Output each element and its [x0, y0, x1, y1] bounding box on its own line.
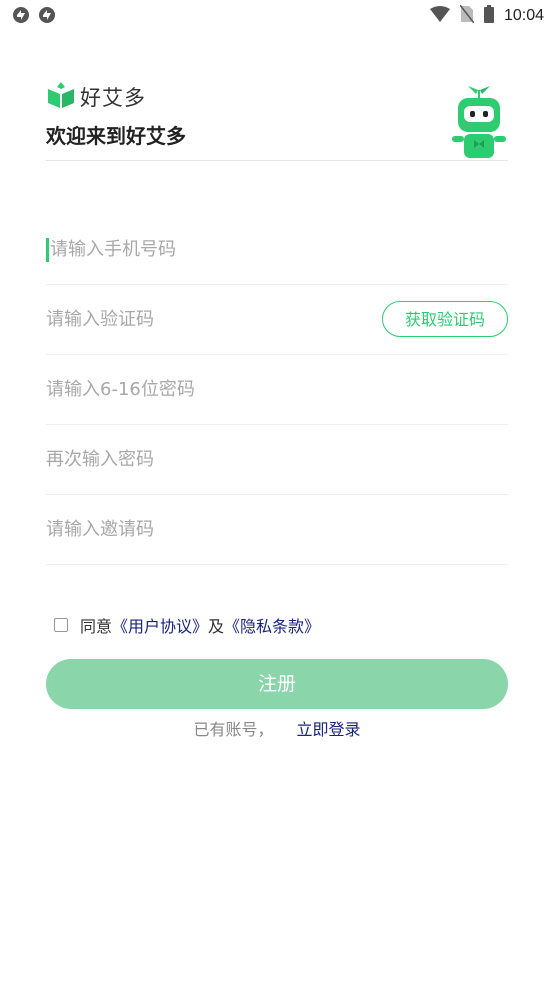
wifi-icon [429, 6, 450, 26]
phone-input[interactable] [50, 214, 370, 284]
password-field-row [46, 354, 508, 425]
status-bar: 10:04 [0, 0, 554, 30]
user-agreement-link[interactable]: 《用户协议》 [112, 613, 208, 637]
clock: 10:04 [503, 7, 544, 24]
book-leaf-icon [46, 80, 76, 114]
login-row: 已有账号， 立即登录 [0, 716, 554, 740]
no-sim-icon [459, 4, 475, 27]
register-button[interactable]: 注册 [46, 659, 508, 709]
and-text: 及 [208, 617, 225, 636]
invite-code-input[interactable] [46, 494, 366, 564]
invite-field-row [46, 494, 508, 565]
mascot-robot-icon [448, 82, 510, 166]
sync-icon [12, 6, 30, 28]
verification-code-input[interactable] [46, 284, 366, 354]
password-input[interactable] [46, 354, 366, 424]
brand-name: 好艾多 [80, 86, 146, 110]
has-account-text: 已有账号， [193, 720, 274, 739]
sync-icon [38, 6, 56, 28]
header-divider [46, 160, 508, 161]
text-cursor [46, 238, 49, 262]
phone-field-row [46, 214, 508, 285]
agreement-row: 同意 《用户协议》 及 《隐私条款》 [54, 613, 320, 637]
agreement-checkbox[interactable] [54, 618, 68, 632]
agree-text: 同意 [80, 617, 113, 636]
battery-icon [483, 5, 494, 27]
welcome-title: 欢迎来到好艾多 [46, 124, 186, 148]
confirm-password-input[interactable] [46, 424, 366, 494]
get-code-button[interactable]: 获取验证码 [382, 301, 508, 337]
code-field-row: 获取验证码 [46, 284, 508, 355]
login-link[interactable]: 立即登录 [297, 720, 361, 739]
confirm-password-field-row [46, 424, 508, 495]
brand-logo: 好艾多 [46, 80, 146, 114]
privacy-policy-link[interactable]: 《隐私条款》 [224, 613, 320, 637]
